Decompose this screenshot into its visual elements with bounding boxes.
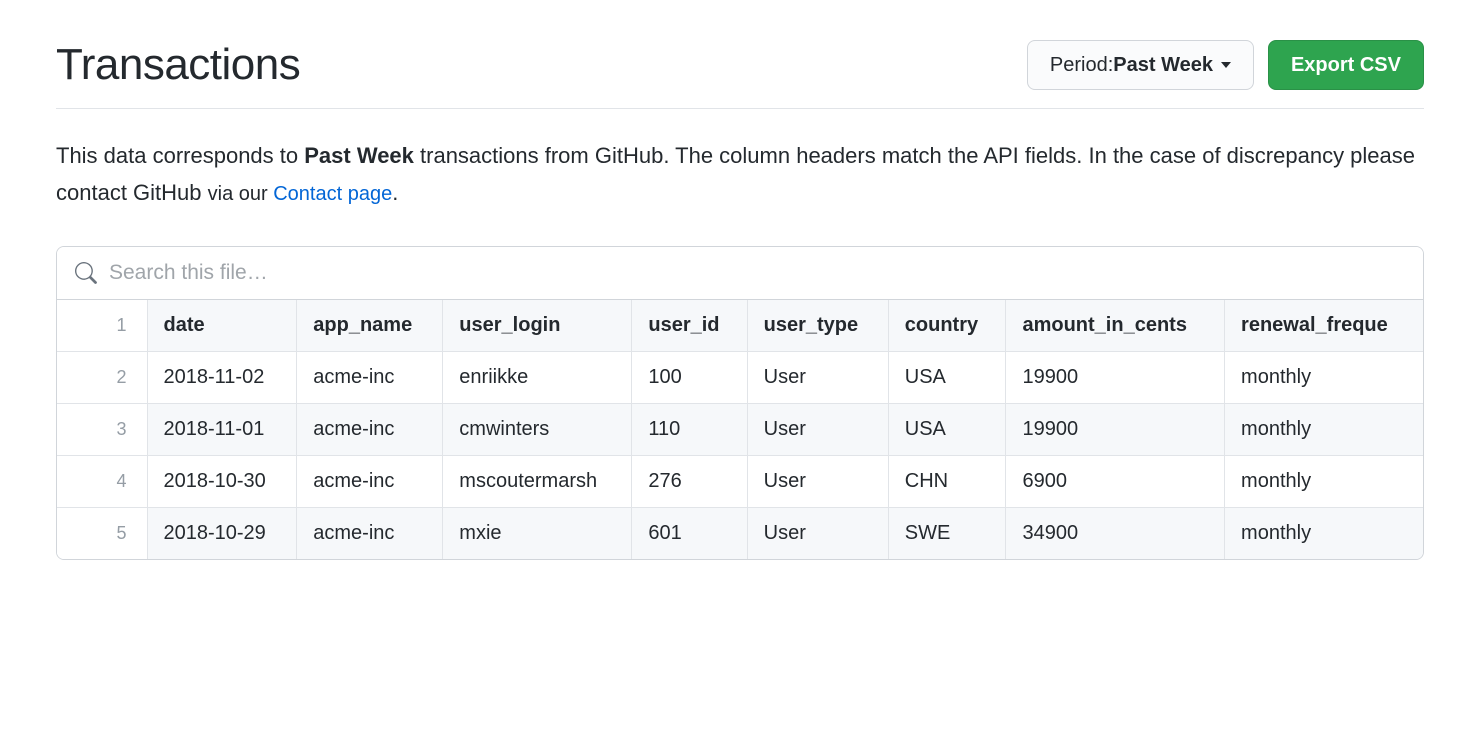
period-value: Past Week bbox=[1113, 53, 1213, 77]
column-header: date bbox=[147, 300, 297, 352]
table-cell: 110 bbox=[632, 403, 747, 455]
period-prefix: Period: bbox=[1050, 53, 1113, 77]
chevron-down-icon bbox=[1221, 62, 1231, 68]
column-header: user_login bbox=[443, 300, 632, 352]
table-cell: User bbox=[747, 403, 888, 455]
table-cell: mscoutermarsh bbox=[443, 455, 632, 507]
column-header: renewal_freque bbox=[1225, 300, 1423, 352]
table-cell: enriikke bbox=[443, 351, 632, 403]
file-box: 1dateapp_nameuser_loginuser_iduser_typec… bbox=[56, 246, 1424, 560]
table-cell: cmwinters bbox=[443, 403, 632, 455]
line-number: 2 bbox=[57, 351, 147, 403]
transactions-table: 1dateapp_nameuser_loginuser_iduser_typec… bbox=[57, 300, 1423, 559]
table-cell: 100 bbox=[632, 351, 747, 403]
table-cell: USA bbox=[888, 403, 1006, 455]
table-cell: CHN bbox=[888, 455, 1006, 507]
table-cell: User bbox=[747, 455, 888, 507]
table-cell: mxie bbox=[443, 507, 632, 559]
search-input[interactable] bbox=[109, 261, 1405, 285]
period-dropdown[interactable]: Period: Past Week bbox=[1027, 40, 1254, 90]
search-icon bbox=[75, 262, 97, 284]
column-header: app_name bbox=[297, 300, 443, 352]
intro-text: This data corresponds to Past Week trans… bbox=[56, 137, 1424, 212]
column-header: country bbox=[888, 300, 1006, 352]
table-wrap: 1dateapp_nameuser_loginuser_iduser_typec… bbox=[57, 300, 1423, 559]
table-cell: User bbox=[747, 507, 888, 559]
table-cell: monthly bbox=[1225, 507, 1423, 559]
table-cell: monthly bbox=[1225, 351, 1423, 403]
header-actions: Period: Past Week Export CSV bbox=[1027, 40, 1424, 90]
table-cell: monthly bbox=[1225, 403, 1423, 455]
line-number: 1 bbox=[57, 300, 147, 352]
table-cell: acme-inc bbox=[297, 507, 443, 559]
table-row: 22018-11-02acme-incenriikke100UserUSA199… bbox=[57, 351, 1423, 403]
intro-via-text: via our bbox=[208, 183, 274, 205]
line-number: 4 bbox=[57, 455, 147, 507]
line-number: 3 bbox=[57, 403, 147, 455]
table-cell: 6900 bbox=[1006, 455, 1225, 507]
table-cell: SWE bbox=[888, 507, 1006, 559]
export-csv-button[interactable]: Export CSV bbox=[1268, 40, 1424, 90]
table-cell: 276 bbox=[632, 455, 747, 507]
table-cell: 601 bbox=[632, 507, 747, 559]
intro-via: via our Contact page bbox=[208, 183, 393, 205]
intro-period: Past Week bbox=[304, 143, 414, 168]
column-header: user_id bbox=[632, 300, 747, 352]
intro-after: . bbox=[392, 180, 398, 205]
table-cell: 2018-10-30 bbox=[147, 455, 297, 507]
table-cell: monthly bbox=[1225, 455, 1423, 507]
table-cell: 2018-10-29 bbox=[147, 507, 297, 559]
line-number: 5 bbox=[57, 507, 147, 559]
table-cell: acme-inc bbox=[297, 351, 443, 403]
table-header-row: 1dateapp_nameuser_loginuser_iduser_typec… bbox=[57, 300, 1423, 352]
table-cell: 2018-11-02 bbox=[147, 351, 297, 403]
intro-pre: This data corresponds to bbox=[56, 143, 304, 168]
table-cell: User bbox=[747, 351, 888, 403]
table-cell: 19900 bbox=[1006, 351, 1225, 403]
search-bar bbox=[57, 247, 1423, 300]
table-cell: acme-inc bbox=[297, 455, 443, 507]
page-title: Transactions bbox=[56, 40, 300, 90]
column-header: user_type bbox=[747, 300, 888, 352]
table-cell: USA bbox=[888, 351, 1006, 403]
contact-page-link[interactable]: Contact page bbox=[273, 183, 392, 205]
table-row: 42018-10-30acme-incmscoutermarsh276UserC… bbox=[57, 455, 1423, 507]
page-header: Transactions Period: Past Week Export CS… bbox=[56, 40, 1424, 109]
table-cell: 19900 bbox=[1006, 403, 1225, 455]
column-header: amount_in_cents bbox=[1006, 300, 1225, 352]
table-cell: 2018-11-01 bbox=[147, 403, 297, 455]
table-row: 52018-10-29acme-incmxie601UserSWE34900mo… bbox=[57, 507, 1423, 559]
table-cell: 34900 bbox=[1006, 507, 1225, 559]
table-row: 32018-11-01acme-inccmwinters110UserUSA19… bbox=[57, 403, 1423, 455]
table-cell: acme-inc bbox=[297, 403, 443, 455]
